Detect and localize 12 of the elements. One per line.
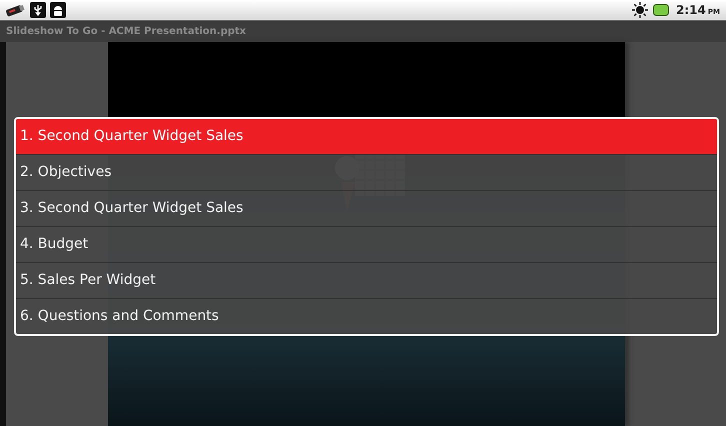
slide-list-item[interactable]: 6. Questions and Comments — [16, 298, 717, 334]
slide-list-item[interactable]: 3. Second Quarter Widget Sales — [16, 190, 717, 226]
slide-list-item[interactable]: 4. Budget — [16, 226, 717, 262]
slide-list-item[interactable]: 5. Sales Per Widget — [16, 262, 717, 298]
usb-icon — [30, 2, 46, 18]
slide-list-item[interactable]: 2. Objectives — [16, 154, 717, 190]
clock-time: 2:14 — [676, 3, 706, 17]
slide-list-item[interactable]: 1. Second Quarter Widget Sales — [16, 119, 717, 154]
window-title: Slideshow To Go - ACME Presentation.pptx — [6, 26, 246, 37]
battery-icon — [653, 4, 670, 16]
brightness-icon — [632, 2, 648, 18]
flash-drive-icon — [4, 3, 26, 17]
